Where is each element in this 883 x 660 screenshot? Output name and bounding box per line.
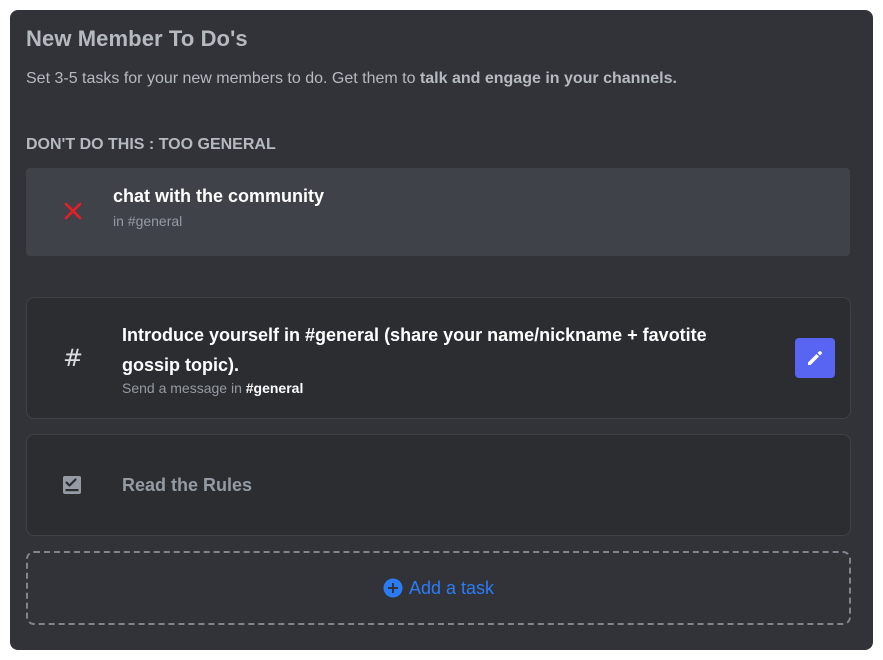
rules-icon <box>63 476 81 494</box>
task-title: Read the Rules <box>122 475 253 495</box>
hash-icon: # <box>63 344 84 372</box>
subtitle-bold: talk and engage in your channels. <box>419 70 677 87</box>
task-subtitle: Send a message in #general <box>122 380 303 396</box>
edit-task-button[interactable] <box>795 338 835 378</box>
plus-circle-icon <box>383 578 403 598</box>
new-member-todo-panel: New Member To Do's Set 3-5 tasks for you… <box>10 10 873 650</box>
add-task-button[interactable]: Add a task <box>26 551 851 625</box>
edit-icon <box>808 351 822 365</box>
bad-example-card: chat with the community in #general <box>26 168 850 256</box>
add-task-label: Add a task <box>408 577 495 598</box>
add-task-content: Add a task <box>383 578 494 599</box>
task-sub-channel: #general <box>245 380 304 396</box>
subtitle-plain: Set 3-5 tasks for your new members to do… <box>26 70 420 87</box>
task-sub-prefix: Send a message in <box>122 380 246 396</box>
task-card-introduce[interactable]: # Introduce yourself in #general (share … <box>26 297 851 419</box>
bad-example-channel: in #general <box>113 213 183 229</box>
panel-title: New Member To Do's <box>26 26 248 51</box>
task-card-read-rules[interactable]: Read the Rules <box>26 434 851 536</box>
example-section-label: DON'T DO THIS : TOO GENERAL <box>26 136 276 153</box>
task-title: Introduce yourself in #general (share yo… <box>122 325 707 375</box>
close-icon <box>64 202 82 220</box>
panel-subtitle: Set 3-5 tasks for your new members to do… <box>26 70 677 88</box>
bad-example-title: chat with the community <box>113 186 325 206</box>
